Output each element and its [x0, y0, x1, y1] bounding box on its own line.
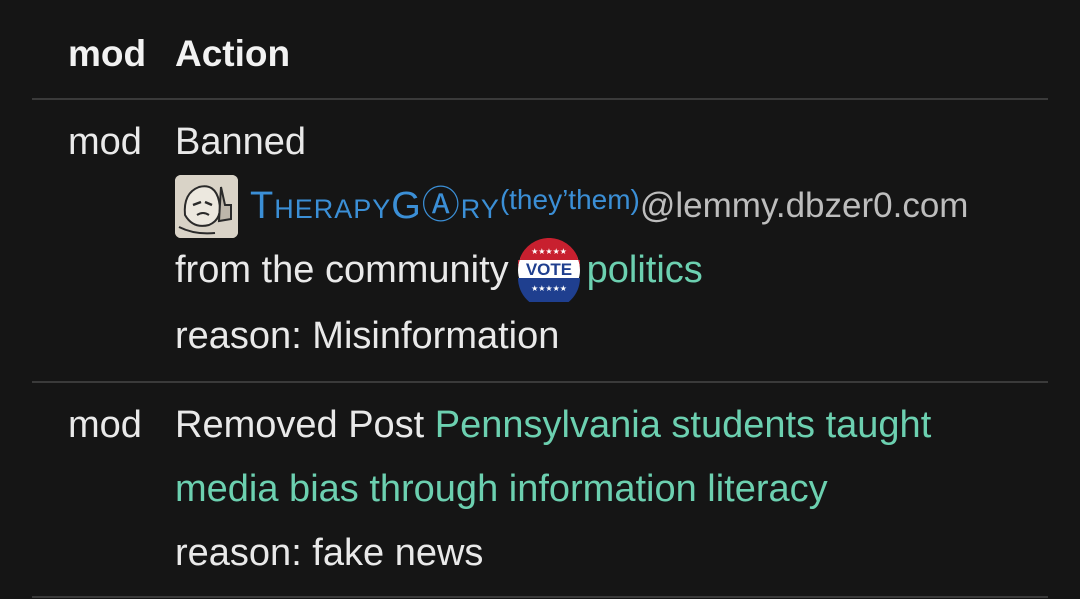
ban-reason: reason: Misinformation — [175, 314, 560, 357]
community-line: from the community VOTE ★★★★★ ★★★★★ poli… — [175, 237, 1048, 309]
user-instance[interactable]: @lemmy.dbzer0.com — [640, 174, 969, 238]
community-link[interactable]: politics — [587, 249, 703, 291]
table-header-row: mod Action — [32, 0, 1048, 100]
action-cell: Banned TherapyGⒶry (they’them) @lemmy.dbze… — [175, 100, 1048, 381]
vote-icon-text: VOTE — [526, 260, 572, 279]
from-community-label: from the community — [175, 249, 509, 291]
banned-user[interactable]: TherapyGⒶry (they’them) @lemmy.dbzer0.com — [175, 174, 1048, 238]
removal-reason: reason: fake news — [175, 532, 484, 574]
action-cell: Removed Post Pennsylvania students taugh… — [175, 383, 1048, 596]
post-title-link[interactable]: Pennsylvania students taught — [435, 404, 931, 446]
moderator-cell[interactable]: mod — [32, 383, 175, 596]
moderator-cell[interactable]: mod — [32, 100, 175, 381]
user-display-name[interactable]: TherapyGⒶry — [250, 174, 500, 238]
action-type: Removed Post — [175, 404, 425, 446]
user-avatar[interactable] — [175, 174, 238, 238]
removed-post-line: Removed Post Pennsylvania students taugh… — [175, 393, 1048, 457]
action-column-header: Action — [175, 33, 291, 74]
table-row: mod Banned TherapyGⒶry (they’them) @lemmy.… — [32, 100, 1048, 383]
table-row: mod Removed Post Pennsylvania students t… — [32, 383, 1048, 598]
vote-community-icon[interactable]: VOTE ★★★★★ ★★★★★ — [517, 237, 581, 309]
mod-column-header: mod — [68, 33, 147, 74]
user-pronouns: (they’them) — [499, 184, 640, 215]
svg-text:★★★★★: ★★★★★ — [531, 247, 567, 256]
svg-text:★★★★★: ★★★★★ — [531, 284, 567, 293]
modlog-table: mod Action mod Banned TherapyGⒶry (they’t… — [32, 0, 1048, 598]
action-type: Banned — [175, 121, 307, 163]
post-title-link-continued[interactable]: media bias through information literacy — [175, 457, 1048, 521]
